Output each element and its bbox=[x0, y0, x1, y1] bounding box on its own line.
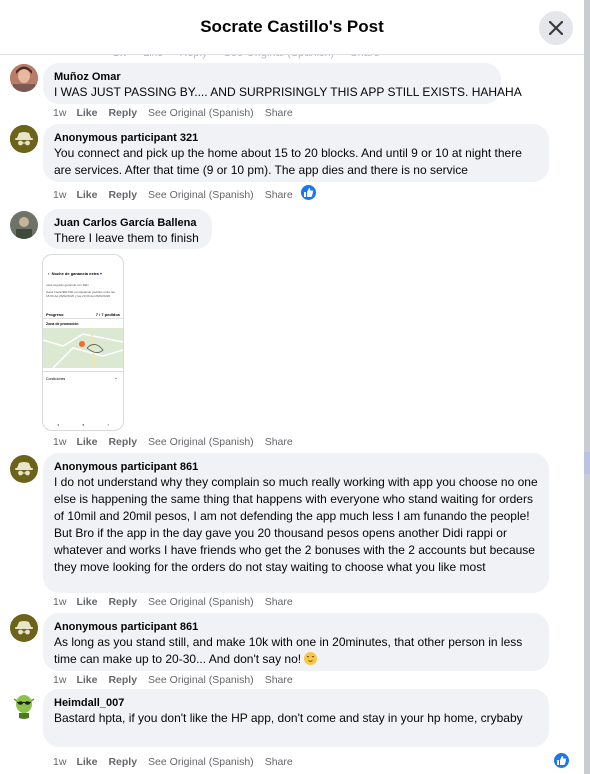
anonymous-avatar-icon bbox=[10, 125, 38, 153]
comment-text: I WAS JUST PASSING BY.... AND SURPRISING… bbox=[54, 85, 522, 99]
comment-actions: 1w Like Reply See Original (Spanish) Share bbox=[53, 189, 304, 201]
dialog-title: Socrate Castillo's Post bbox=[200, 17, 384, 36]
share-button[interactable]: Share bbox=[265, 107, 293, 119]
map-thumbnail bbox=[43, 328, 123, 368]
attachment-line2: Gana hasta $60.000 completando pedidos e… bbox=[46, 290, 115, 298]
reply-button[interactable]: Reply bbox=[108, 674, 137, 686]
comment-author[interactable]: Anonymous participant 861 bbox=[54, 620, 538, 634]
comment-attachment-image[interactable]: ‹ Noche de ganancia extra ♥ ¡Has seguido… bbox=[42, 254, 124, 431]
comment-bubble: Anonymous participant 321 You connect an… bbox=[43, 124, 549, 182]
phone-nav-bar: ◂ ● ▪ bbox=[57, 422, 109, 427]
comment-bubble: Heimdall_007 Bastard hpta, if you don't … bbox=[43, 689, 549, 747]
background-page-highlight bbox=[584, 452, 590, 474]
share-button[interactable]: Share bbox=[265, 674, 293, 686]
reply-button[interactable]: Reply bbox=[108, 436, 137, 448]
see-original-button[interactable]: See Original (Spanish) bbox=[148, 596, 254, 608]
comment-bubble: Anonymous participant 861 I do not under… bbox=[43, 453, 549, 593]
reply-button[interactable]: Reply bbox=[108, 756, 137, 768]
back-arrow-icon: ‹ bbox=[48, 271, 50, 276]
comment-bubble: Juan Carlos García Ballena There I leave… bbox=[43, 209, 212, 249]
alien-avatar-icon bbox=[10, 691, 38, 719]
comment-actions: 1w Like Reply See Original (Spanish) Share bbox=[53, 436, 304, 448]
close-button[interactable] bbox=[539, 11, 573, 45]
share-button[interactable]: Share bbox=[265, 189, 293, 201]
post-dialog: Socrate Castillo's Post 1w Like Reply Se… bbox=[0, 0, 584, 774]
share-button[interactable]: Share bbox=[265, 756, 293, 768]
like-reaction-icon[interactable] bbox=[300, 184, 317, 201]
comment-time[interactable]: 1w bbox=[53, 596, 66, 608]
progress-value: 7 / 7 pedidos bbox=[95, 312, 120, 317]
like-button[interactable]: Like bbox=[76, 189, 97, 201]
share-button[interactable]: Share bbox=[265, 596, 293, 608]
comment-author[interactable]: Muñoz Omar bbox=[54, 70, 490, 84]
avatar[interactable] bbox=[10, 211, 38, 239]
avatar[interactable] bbox=[10, 64, 38, 92]
comment-text: I do not understand why they complain so… bbox=[54, 475, 538, 574]
like-button[interactable]: Like bbox=[76, 596, 97, 608]
like-button[interactable]: Like bbox=[76, 107, 97, 119]
comment-actions: 1w Like Reply See Original (Spanish) Share bbox=[53, 756, 304, 768]
like-button[interactable]: Like bbox=[76, 436, 97, 448]
comment-author[interactable]: Juan Carlos García Ballena bbox=[54, 216, 201, 230]
progress-label: Progreso bbox=[46, 312, 64, 317]
attachment-line1: ¡Has seguido ganando con Didi! bbox=[46, 283, 89, 287]
comment-author[interactable]: Anonymous participant 321 bbox=[54, 131, 538, 145]
comment-text: You connect and pick up the home about 1… bbox=[54, 146, 522, 177]
dialog-header: Socrate Castillo's Post bbox=[0, 0, 584, 55]
avatar[interactable] bbox=[10, 691, 38, 719]
comment-text: There I leave them to finish bbox=[54, 231, 199, 245]
like-button[interactable]: Like bbox=[76, 756, 97, 768]
comment-time[interactable]: 1w bbox=[53, 436, 66, 448]
comment-text-wrapper: As long as you stand still, and make 10k… bbox=[54, 634, 538, 668]
heart-icon: ♥ bbox=[99, 271, 103, 276]
comment-time[interactable]: 1w bbox=[53, 756, 66, 768]
comment-author[interactable]: Heimdall_007 bbox=[54, 696, 538, 710]
comment-text: As long as you stand still, and make 10k… bbox=[54, 635, 523, 666]
anonymous-avatar-icon bbox=[10, 455, 38, 483]
comment-time[interactable]: 1w bbox=[53, 189, 66, 201]
close-icon bbox=[549, 21, 563, 35]
chevron-down-icon: ⌄ bbox=[113, 375, 118, 381]
comment-time[interactable]: 1w bbox=[53, 107, 66, 119]
relieved-face-emoji bbox=[304, 652, 318, 665]
reply-button[interactable]: Reply bbox=[108, 189, 137, 201]
like-reaction-icon[interactable] bbox=[553, 752, 570, 769]
comment-time[interactable]: 1w bbox=[53, 674, 66, 686]
reply-button[interactable]: Reply bbox=[108, 596, 137, 608]
like-button[interactable]: Like bbox=[76, 674, 97, 686]
avatar[interactable] bbox=[10, 614, 38, 642]
comment-actions: 1w Like Reply See Original (Spanish) Share bbox=[53, 674, 304, 686]
avatar[interactable] bbox=[10, 125, 38, 153]
comment-actions: 1w Like Reply See Original (Spanish) Share bbox=[53, 596, 304, 608]
share-button[interactable]: Share bbox=[265, 436, 293, 448]
background-page-edge bbox=[584, 0, 590, 774]
see-original-button[interactable]: See Original (Spanish) bbox=[148, 436, 254, 448]
avatar[interactable] bbox=[10, 455, 38, 483]
comment-text: Bastard hpta, if you don't like the HP a… bbox=[54, 711, 523, 725]
attachment-title: Noche de ganancia extra bbox=[51, 271, 99, 276]
see-original-button[interactable]: See Original (Spanish) bbox=[148, 756, 254, 768]
reply-button[interactable]: Reply bbox=[108, 107, 137, 119]
zone-label: Zona de promoción bbox=[46, 322, 79, 326]
see-original-button[interactable]: See Original (Spanish) bbox=[148, 189, 254, 201]
see-original-button[interactable]: See Original (Spanish) bbox=[148, 674, 254, 686]
comment-author[interactable]: Anonymous participant 861 bbox=[54, 460, 538, 474]
see-original-button[interactable]: See Original (Spanish) bbox=[148, 107, 254, 119]
comment-bubble: Anonymous participant 861 As long as you… bbox=[43, 613, 549, 671]
comment-actions: 1w Like Reply See Original (Spanish) Share bbox=[53, 107, 304, 119]
comment-bubble: Muñoz Omar I WAS JUST PASSING BY.... AND… bbox=[43, 63, 522, 104]
anonymous-avatar-icon bbox=[10, 614, 38, 642]
conditions-label: Condiciones bbox=[46, 377, 66, 381]
